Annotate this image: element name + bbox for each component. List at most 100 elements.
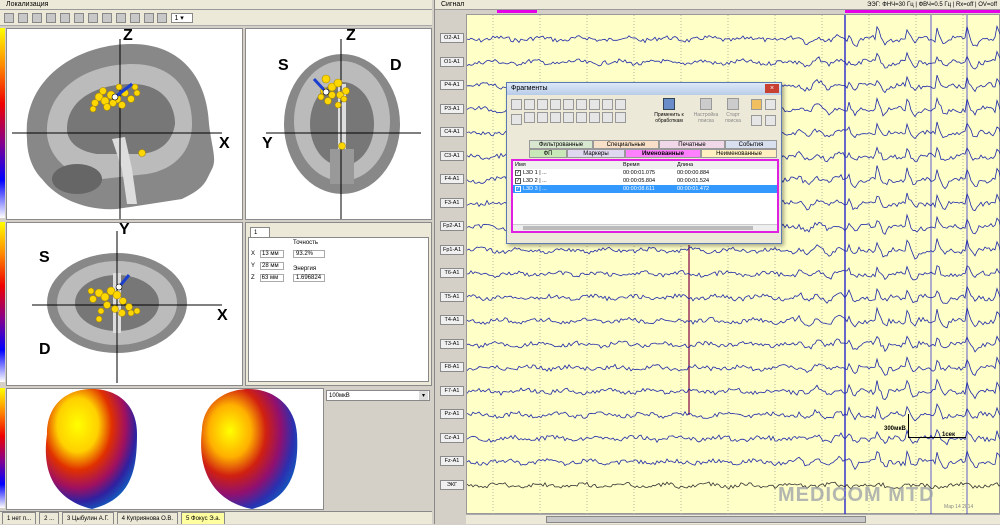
column-name[interactable]: Имя [513,161,621,169]
start-search-button[interactable]: Старт поиска [721,98,745,128]
checkbox[interactable]: ✓ [515,170,521,176]
channel-label[interactable]: P4-A1 [440,80,464,90]
frag-tool-18[interactable] [615,112,626,123]
frag-tool-11[interactable] [524,112,535,123]
tool-button-7[interactable] [87,13,98,23]
fragments-header: Имя Время Длина [513,161,777,169]
tool-button-12[interactable] [157,13,168,23]
frag-tool-9[interactable] [615,99,626,110]
frag-tool-13[interactable] [550,112,561,123]
channel-label[interactable]: O1-A1 [440,56,464,67]
channel-label[interactable]: T4-A1 [440,315,464,325]
frag-tool-6[interactable] [576,99,587,110]
frag-tool-17[interactable] [602,112,613,123]
fragments-toolbar: Применить к обработкам Настройка поиска … [507,95,781,131]
tool-button-5[interactable] [59,13,70,23]
frag-tool-12[interactable] [537,112,548,123]
patient-tab-2[interactable]: 2 ... [39,512,60,524]
fragment-row[interactable]: ✓ L3D 2 | ... 00:00:05.804 00:00:01.524 [513,177,777,185]
frag-tool-8[interactable] [602,99,613,110]
horizontal-scrollbar[interactable] [466,514,1000,524]
tool-button-10[interactable] [129,13,140,23]
channel-label[interactable]: Cz-A1 [440,432,464,443]
chevron-down-icon: ▾ [419,391,428,400]
column-length[interactable]: Длина [675,161,777,169]
tool-button-9[interactable] [115,13,126,23]
tool-button-4[interactable] [45,13,56,23]
axial-view[interactable]: S D Y X [6,222,243,386]
channel-label[interactable]: T6-A1 [440,268,464,278]
apply-button[interactable]: Применить к обработкам [649,98,689,128]
scroll-thumb[interactable] [546,516,866,523]
tab-unnamed[interactable]: Неименованные [701,149,777,158]
channel-label[interactable]: T3-A1 [440,338,464,349]
frag-tool-16[interactable] [589,112,600,123]
channel-label[interactable]: F3-A1 [440,197,464,208]
patient-tab-4[interactable]: 4 Куприянова О.В. [116,512,179,524]
fragments-dialog: Фрагменты × Применить к обработкам Настр… [506,82,782,244]
frag-tool-3[interactable] [537,99,548,110]
patient-tab-5[interactable]: 5 Фокус Э.а. [181,512,226,524]
view-select[interactable]: 1 ▾ [171,13,194,23]
channel-label[interactable]: Fz-A1 [440,456,464,466]
channel-label[interactable]: O2-A1 [440,33,464,43]
frag-tool-1[interactable] [511,99,522,110]
tool-button-3[interactable] [31,13,42,23]
search-settings-button[interactable]: Настройка поиска [693,98,719,128]
scale-select[interactable]: 100мкВ ▾ [326,390,430,401]
amplitude-scale-label: 300мкВ [884,426,906,432]
tab-markers[interactable]: Маркеры [567,149,625,158]
frag-side-tool-1[interactable] [751,99,762,110]
channel-label[interactable]: F7-A1 [440,385,464,396]
frag-side-tool-4[interactable] [765,115,776,126]
column-time[interactable]: Время [621,161,675,169]
checkbox[interactable]: ✓ [515,186,521,192]
fragment-row[interactable]: ✓ L3D 1 | ... 00:00:01.075 00:00:00.884 [513,169,777,177]
fragments-titlebar[interactable]: Фрагменты × [507,83,781,95]
list-scrollbar[interactable] [513,224,777,231]
channel-label[interactable]: P3-A1 [440,103,464,114]
fragment-row-selected[interactable]: ✓ L3D 3 | ... 00:00:08.611 00:00:01.472 [513,185,777,193]
channel-label[interactable]: Fp1-A1 [440,244,464,255]
tool-button-2[interactable] [17,13,28,23]
tab-filtered[interactable]: Фильтрованные [529,140,593,149]
patient-tab-3[interactable]: 3 Цыбулин А.Г. [62,512,114,524]
channel-label[interactable]: T5-A1 [440,291,464,302]
frag-side-tool-3[interactable] [751,115,762,126]
tool-button-8[interactable] [101,13,112,23]
frag-tool-15[interactable] [576,112,587,123]
channel-label[interactable]: C4-A1 [440,127,464,137]
epoch-marker-bar-1 [497,10,537,13]
patient-tab-1[interactable]: 1 нет п... [2,512,37,524]
frag-tool-4[interactable] [550,99,561,110]
channel-label[interactable]: Pz-A1 [440,409,464,419]
frag-tool-10[interactable] [511,114,522,125]
tab-named[interactable]: Именованные [625,149,701,158]
channel-label[interactable]: F4-A1 [440,174,464,184]
frag-tool-7[interactable] [589,99,600,110]
frag-tool-5[interactable] [563,99,574,110]
sagittal-view[interactable]: Z X [6,28,243,220]
close-icon[interactable]: × [765,84,779,93]
channel-label[interactable]: ЭКГ [440,479,464,490]
tab-events[interactable]: События [725,140,777,149]
tool-button-1[interactable] [4,13,14,23]
tool-button-6[interactable] [73,13,84,23]
topomap-2 [201,389,298,509]
frag-side-tool-2[interactable] [765,99,776,110]
tab-fp[interactable]: ФП [529,149,567,158]
info-tab[interactable]: 1 [250,227,270,237]
frag-tool-14[interactable] [563,112,574,123]
coronal-axis-z: Z [346,28,356,44]
channel-label[interactable]: Fp2-A1 [440,221,464,231]
channel-label[interactable]: C3-A1 [440,150,464,161]
channel-label[interactable]: F8-A1 [440,362,464,372]
tab-special[interactable]: Специальные [593,140,659,149]
tool-button-11[interactable] [143,13,154,23]
checkbox[interactable]: ✓ [515,178,521,184]
coronal-view[interactable]: S D Z Y [245,28,432,220]
tab-print[interactable]: Печатные [659,140,725,149]
frag-tool-2[interactable] [524,99,535,110]
list-scroll-thumb[interactable] [523,226,753,230]
eeg-trace [466,24,1000,47]
